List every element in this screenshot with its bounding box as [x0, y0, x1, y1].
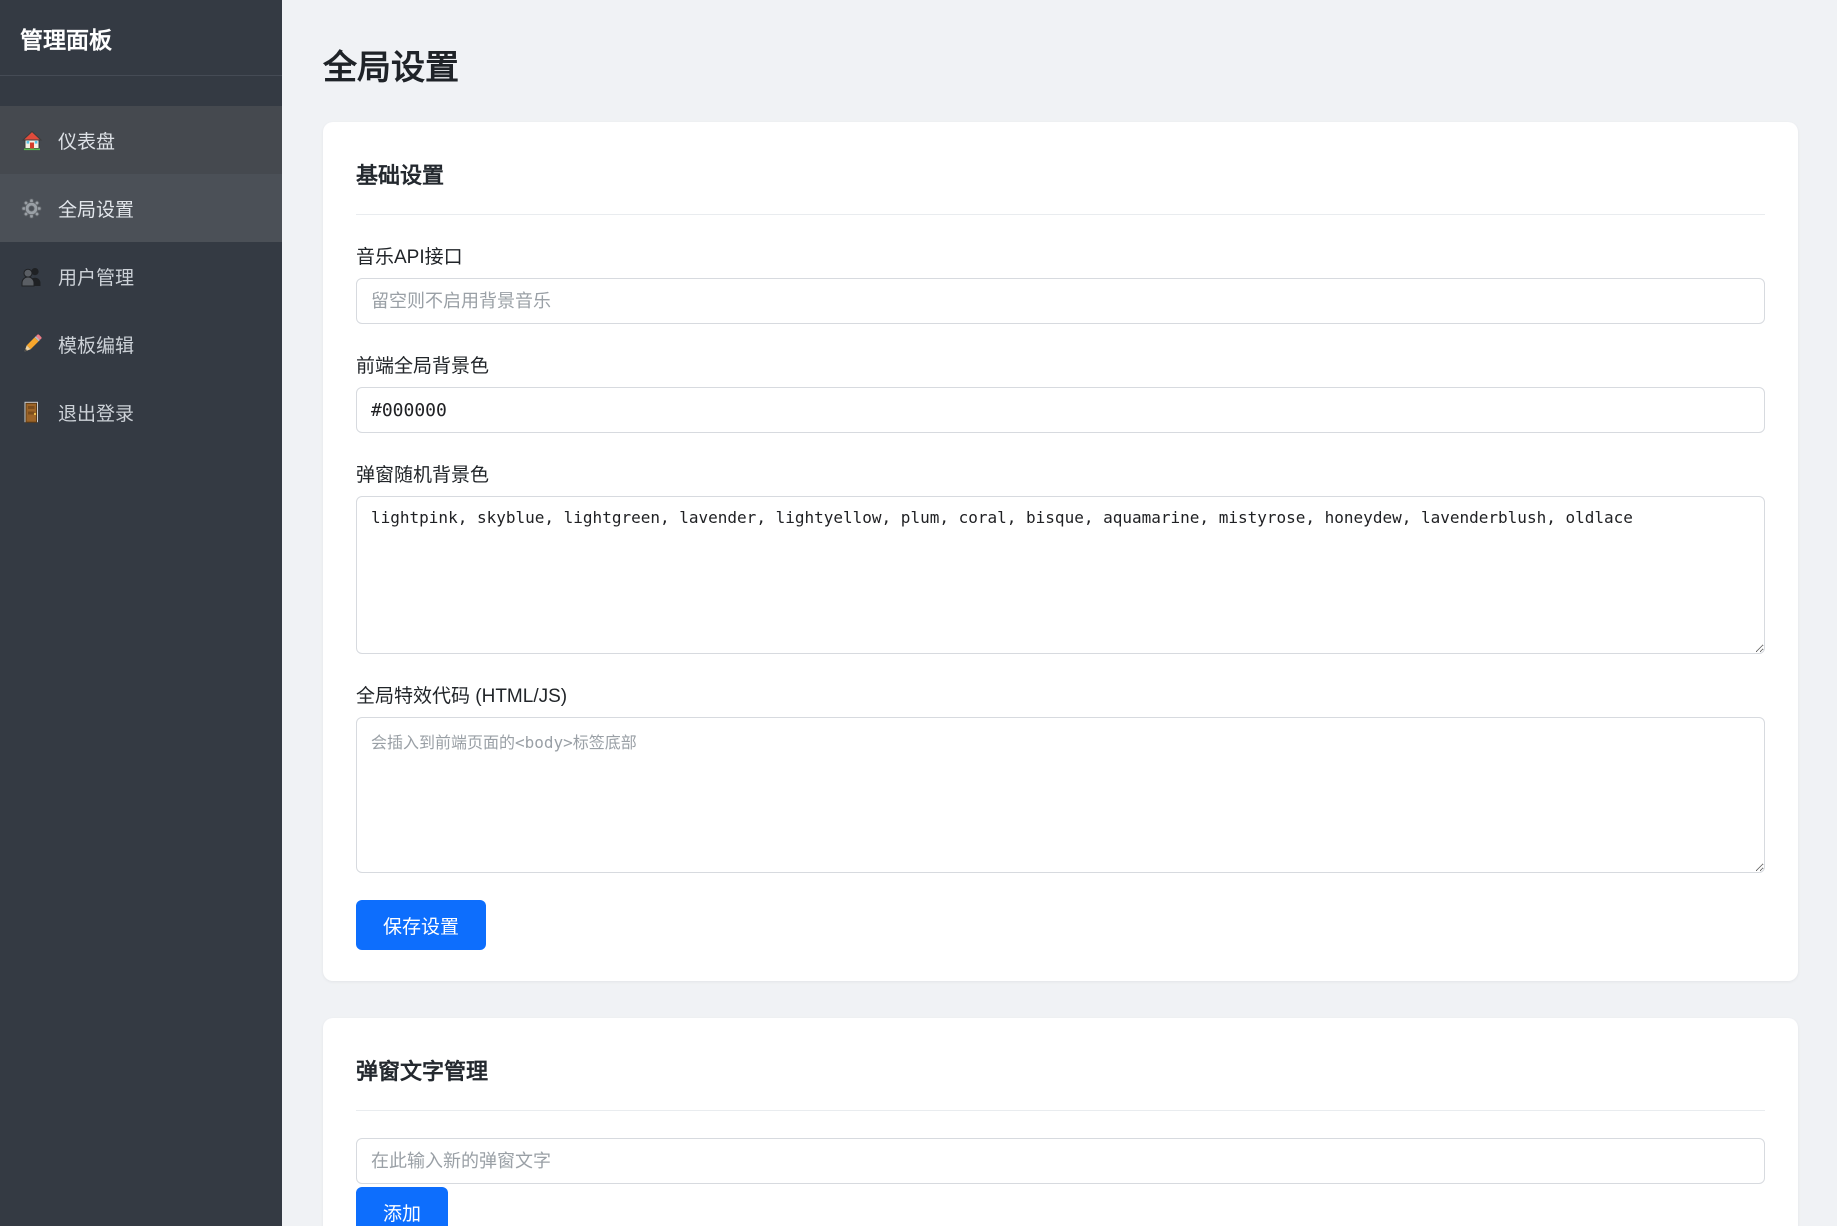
- sidebar-item-label: 退出登录: [58, 399, 134, 426]
- sidebar-nav: 仪表盘 全局设置: [0, 106, 282, 446]
- pencil-icon: [20, 333, 43, 356]
- users-icon: [20, 265, 43, 288]
- music-api-input[interactable]: [356, 278, 1765, 324]
- popup-random-bg-colors-label: 弹窗随机背景色: [356, 460, 1765, 487]
- sidebar-item-logout[interactable]: 退出登录: [0, 378, 282, 446]
- sidebar-item-dashboard[interactable]: 仪表盘: [0, 106, 282, 174]
- frontend-bg-color-input[interactable]: [356, 387, 1765, 433]
- music-api-group: 音乐API接口: [356, 242, 1765, 324]
- gear-icon: [20, 197, 43, 220]
- basic-settings-card: 基础设置 音乐API接口 前端全局背景色 弹窗随机背景色 lightpink, …: [323, 122, 1798, 981]
- global-effect-code-textarea[interactable]: [356, 717, 1765, 873]
- save-settings-button[interactable]: 保存设置: [356, 900, 486, 950]
- popup-text-card: 弹窗文字管理 添加: [323, 1018, 1798, 1226]
- global-effect-code-group: 全局特效代码 (HTML/JS): [356, 681, 1765, 873]
- frontend-bg-color-group: 前端全局背景色: [356, 351, 1765, 433]
- sidebar-item-label: 全局设置: [58, 195, 134, 222]
- popup-text-input[interactable]: [356, 1138, 1765, 1184]
- sidebar-item-user-management[interactable]: 用户管理: [0, 242, 282, 310]
- popup-text-input-group: 添加: [356, 1138, 1765, 1226]
- sidebar-title: 管理面板: [0, 0, 282, 76]
- frontend-bg-color-label: 前端全局背景色: [356, 351, 1765, 378]
- sidebar: 管理面板 仪表盘: [0, 0, 282, 1226]
- sidebar-item-template-edit[interactable]: 模板编辑: [0, 310, 282, 378]
- popup-text-heading: 弹窗文字管理: [356, 1054, 1765, 1111]
- sidebar-item-label: 用户管理: [58, 263, 134, 290]
- popup-random-bg-colors-group: 弹窗随机背景色 lightpink, skyblue, lightgreen, …: [356, 460, 1765, 654]
- sidebar-item-label: 模板编辑: [58, 331, 134, 358]
- sidebar-item-global-settings[interactable]: 全局设置: [0, 174, 282, 242]
- sidebar-item-label: 仪表盘: [58, 127, 115, 154]
- basic-settings-heading: 基础设置: [356, 158, 1765, 215]
- add-button[interactable]: 添加: [356, 1187, 448, 1226]
- popup-random-bg-colors-textarea[interactable]: lightpink, skyblue, lightgreen, lavender…: [356, 496, 1765, 654]
- music-api-label: 音乐API接口: [356, 242, 1765, 269]
- page-title: 全局设置: [323, 40, 1798, 89]
- main-content: 全局设置 基础设置 音乐API接口 前端全局背景色 弹窗随机背景色 lightp…: [282, 0, 1837, 1226]
- door-icon: [20, 401, 43, 424]
- home-icon: [20, 129, 43, 152]
- global-effect-code-label: 全局特效代码 (HTML/JS): [356, 681, 1765, 708]
